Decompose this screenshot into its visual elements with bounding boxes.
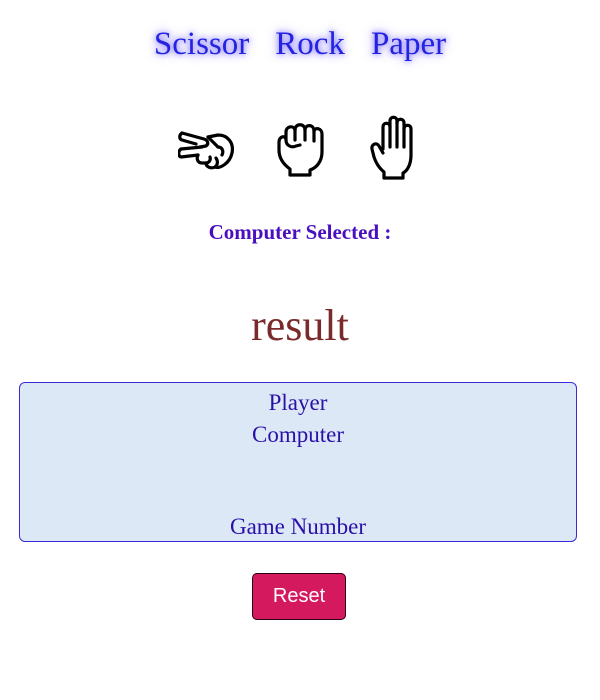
computer-selected-label: Computer Selected : xyxy=(208,220,392,244)
scissors-hand-icon xyxy=(178,131,234,170)
reset-button[interactable]: Reset xyxy=(252,573,346,620)
result-text: result xyxy=(251,301,349,350)
computer-score-label: Computer xyxy=(252,422,344,447)
rock-fist-icon xyxy=(277,123,324,177)
title-paper: Paper xyxy=(370,26,447,62)
choice-icons-row xyxy=(0,112,600,184)
title-rock: Rock xyxy=(275,26,345,62)
paper-hand-icon xyxy=(370,115,413,180)
player-score-label: Player xyxy=(268,390,328,415)
scissors-choice-button[interactable] xyxy=(177,112,235,184)
scoreboard: Player Computer Game Number xyxy=(19,382,577,542)
title-row: Scissor Rock Paper xyxy=(0,22,600,66)
game-page: Scissor Rock Paper Computer Selected: r… xyxy=(0,0,600,700)
game-number-label: Game Number xyxy=(229,514,367,539)
title-scissor: Scissor xyxy=(153,26,250,62)
paper-choice-button[interactable] xyxy=(365,112,423,184)
rock-choice-button[interactable] xyxy=(271,112,329,184)
